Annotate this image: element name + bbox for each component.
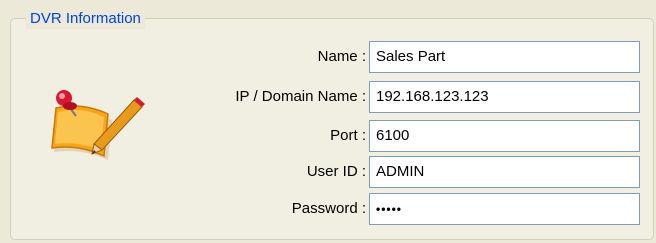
password-mask: •••••: [376, 202, 403, 216]
port-field[interactable]: 6100: [369, 120, 640, 152]
group-title: DVR Information: [26, 9, 145, 29]
name-field[interactable]: Sales Part: [369, 41, 640, 73]
ip-domain-name-field[interactable]: 192.168.123.123: [369, 81, 640, 113]
password-label: Password :: [291, 200, 366, 217]
ip-domain-name-label: IP / Domain Name :: [235, 88, 366, 105]
password-field[interactable]: •••••: [369, 193, 640, 225]
user-id-label: User ID :: [306, 163, 366, 180]
port-label: Port :: [330, 127, 366, 144]
user-id-field[interactable]: ADMIN: [369, 156, 640, 188]
memo-pencil-icon: [51, 90, 145, 160]
name-label: Name :: [317, 48, 366, 65]
